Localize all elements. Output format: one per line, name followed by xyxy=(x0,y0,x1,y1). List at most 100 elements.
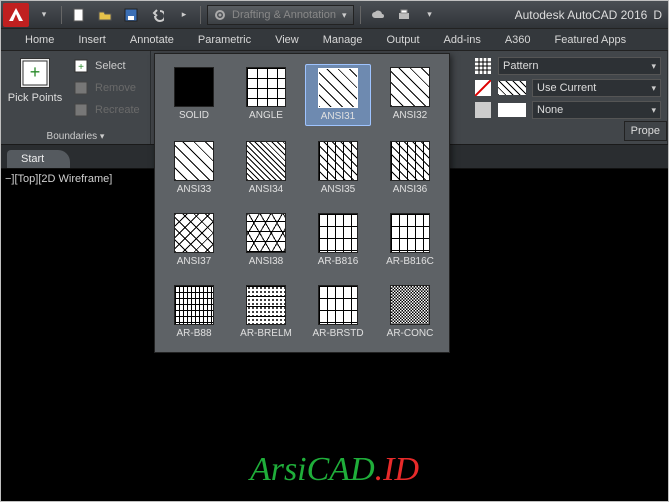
ribbon-tab-insert[interactable]: Insert xyxy=(66,29,118,50)
chevron-down-icon xyxy=(342,9,347,21)
remove-icon xyxy=(73,80,89,96)
ribbon-tab-annotate[interactable]: Annotate xyxy=(118,29,186,50)
select-label: Select xyxy=(95,60,126,72)
hatch-pattern-thumb xyxy=(390,141,430,181)
hatch-pattern-flyout: SOLIDANGLE ANSI31 ANSI32 ANSI33 ANSI34 ANSI35… xyxy=(154,53,450,353)
hatch-pattern-ar-conc[interactable]: AR-CONC xyxy=(377,282,443,342)
chevron-down-icon xyxy=(100,131,105,142)
qat-cloud-icon[interactable] xyxy=(366,4,390,26)
pick-points-button[interactable]: + Pick Points xyxy=(5,54,65,130)
remove-button: Remove xyxy=(67,78,146,98)
separator xyxy=(360,6,361,24)
ribbon-tab-featured-apps[interactable]: Featured Apps xyxy=(543,29,639,50)
hatch-pattern-thumb xyxy=(174,213,214,253)
hatch-pattern-thumb xyxy=(390,67,430,107)
hatch-pattern-label: ANSI33 xyxy=(177,184,211,195)
watermark-text-1: ArsiCAD xyxy=(250,451,375,488)
hatch-pattern-ansi38[interactable]: ANSI38 xyxy=(233,210,299,270)
ribbon-tab-add-ins[interactable]: Add-ins xyxy=(432,29,493,50)
ribbon-tab-view[interactable]: View xyxy=(263,29,311,50)
viewport-controls-label[interactable]: −][Top][2D Wireframe] xyxy=(5,173,112,185)
qat-undo-icon[interactable] xyxy=(145,4,169,26)
hatch-color-swatch xyxy=(498,81,526,95)
hatch-color-value: Use Current xyxy=(537,82,596,94)
gear-icon xyxy=(214,9,226,21)
qat-print-icon[interactable] xyxy=(392,4,416,26)
select-button[interactable]: + Select xyxy=(67,56,146,76)
file-tab-label: Start xyxy=(21,153,44,165)
hatch-pattern-label: AR-B88 xyxy=(176,328,211,339)
ribbon-tab-manage[interactable]: Manage xyxy=(311,29,375,50)
bg-color-swatch xyxy=(498,103,526,117)
hatch-pattern-ansi32[interactable]: ANSI32 xyxy=(377,64,443,126)
hatch-pattern-thumb xyxy=(174,67,214,107)
qat-save-icon[interactable] xyxy=(119,4,143,26)
separator xyxy=(61,6,62,24)
hatch-pattern-ar-brstd[interactable]: AR-BRSTD xyxy=(305,282,371,342)
hatch-pattern-label: AR-BRSTD xyxy=(312,328,363,339)
hatch-pattern-thumb xyxy=(318,213,358,253)
hatch-pattern-thumb xyxy=(318,141,358,181)
qat-more-dropdown[interactable] xyxy=(418,4,442,26)
hatch-pattern-label: AR-CONC xyxy=(387,328,434,339)
hatch-pattern-thumb xyxy=(246,213,286,253)
separator xyxy=(200,6,201,24)
bg-color-value: None xyxy=(537,104,563,116)
hatch-pattern-label: AR-B816 xyxy=(318,256,359,267)
qat-open-icon[interactable] xyxy=(93,4,117,26)
app-title-doc: D xyxy=(653,8,662,22)
hatch-pattern-label: AR-BRELM xyxy=(240,328,292,339)
panel-properties-flyout-tab[interactable]: Prope xyxy=(624,121,667,141)
hatch-pattern-ansi36[interactable]: ANSI36 xyxy=(377,138,443,198)
pick-points-label: Pick Points xyxy=(8,92,62,104)
hatch-pattern-ansi34[interactable]: ANSI34 xyxy=(233,138,299,198)
file-tab-start[interactable]: Start xyxy=(7,150,70,168)
hatch-pattern-label: ANSI36 xyxy=(393,184,427,195)
app-menu-dropdown[interactable] xyxy=(32,4,56,26)
watermark: ArsiCAD.ID xyxy=(1,451,668,489)
hatch-type-icon xyxy=(474,57,492,75)
bg-color-dropdown[interactable]: None xyxy=(532,101,661,119)
hatch-color-dropdown[interactable]: Use Current xyxy=(532,79,661,97)
hatch-pattern-label: ANSI34 xyxy=(249,184,283,195)
pick-points-icon: + xyxy=(20,58,50,88)
hatch-pattern-solid[interactable]: SOLID xyxy=(161,64,227,126)
hatch-pattern-thumb xyxy=(318,68,358,108)
hatch-pattern-thumb xyxy=(318,285,358,325)
hatch-pattern-ar-b88[interactable]: AR-B88 xyxy=(161,282,227,342)
hatch-pattern-ansi31[interactable]: ANSI31 xyxy=(305,64,371,126)
chevron-down-icon xyxy=(651,82,656,94)
hatch-pattern-ansi37[interactable]: ANSI37 xyxy=(161,210,227,270)
recreate-icon xyxy=(73,102,89,118)
hatch-pattern-thumb xyxy=(174,285,214,325)
hatch-pattern-label: AR-B816C xyxy=(386,256,434,267)
ribbon-tab-strip: HomeInsertAnnotateParametricViewManageOu… xyxy=(1,29,668,51)
ribbon-tab-parametric[interactable]: Parametric xyxy=(186,29,263,50)
panel-boundaries-title[interactable]: Boundaries xyxy=(5,130,146,144)
hatch-pattern-label: ANSI31 xyxy=(321,111,355,122)
qat-new-icon[interactable] xyxy=(67,4,91,26)
workspace-switcher[interactable]: Drafting & Annotation xyxy=(207,5,354,25)
app-menu-button[interactable] xyxy=(3,3,29,27)
hatch-type-dropdown[interactable]: Pattern xyxy=(498,57,661,75)
ribbon-tab-a360[interactable]: A360 xyxy=(493,29,543,50)
hatch-type-value: Pattern xyxy=(503,60,538,72)
chevron-down-icon xyxy=(651,104,656,116)
hatch-pattern-ar-b816c[interactable]: AR-B816C xyxy=(377,210,443,270)
hatch-pattern-thumb xyxy=(246,67,286,107)
watermark-text-2: .ID xyxy=(375,451,419,488)
hatch-pattern-ar-b816[interactable]: AR-B816 xyxy=(305,210,371,270)
ribbon-tab-home[interactable]: Home xyxy=(13,29,66,50)
recreate-button: Recreate xyxy=(67,100,146,120)
hatch-pattern-thumb xyxy=(246,141,286,181)
chevron-down-icon xyxy=(651,60,656,72)
hatch-pattern-ansi35[interactable]: ANSI35 xyxy=(305,138,371,198)
hatch-pattern-angle[interactable]: ANGLE xyxy=(233,64,299,126)
hatch-pattern-label: ANSI32 xyxy=(393,110,427,121)
workspace-label: Drafting & Annotation xyxy=(232,9,336,21)
hatch-pattern-ar-brelm[interactable]: AR-BRELM xyxy=(233,282,299,342)
title-text-area: Autodesk AutoCAD 2016 D xyxy=(515,8,666,22)
qat-redo-icon[interactable] xyxy=(171,4,195,26)
ribbon-tab-output[interactable]: Output xyxy=(375,29,432,50)
hatch-pattern-ansi33[interactable]: ANSI33 xyxy=(161,138,227,198)
